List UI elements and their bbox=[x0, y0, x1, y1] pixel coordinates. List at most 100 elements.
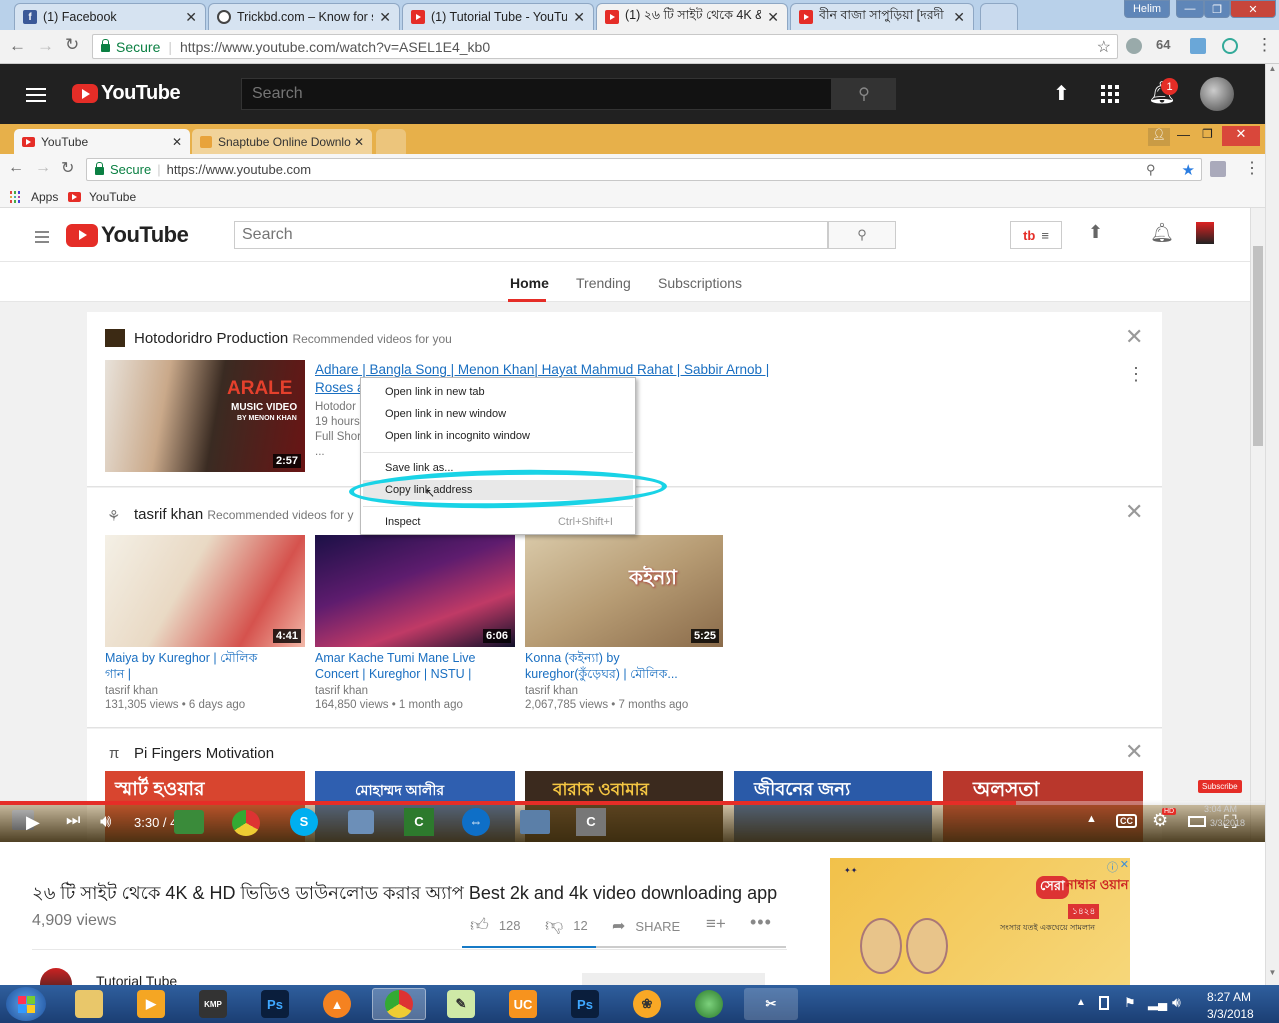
star-filled-icon: ★ bbox=[1181, 161, 1195, 179]
shelf-heading: tasrif khan Recommended videos for y bbox=[134, 506, 353, 523]
taskbar-media-player[interactable]: ▶ bbox=[124, 988, 178, 1020]
logo-text: YouTube bbox=[101, 82, 181, 104]
taskbar-explorer[interactable] bbox=[62, 988, 116, 1020]
tab-been-baja[interactable]: বীন বাজা সাপুড়িয়া [দরদী সন ✕ bbox=[790, 3, 974, 30]
taskbar-kmplayer[interactable]: KMP bbox=[186, 988, 240, 1020]
taskbar-uc-browser[interactable]: UC bbox=[496, 988, 550, 1020]
star-icon[interactable]: ☆ bbox=[1097, 37, 1111, 57]
like-count: 128 bbox=[498, 917, 521, 933]
taskbar-photoshop-2[interactable]: Ps bbox=[558, 988, 612, 1020]
video-thumbnail: 4:41 bbox=[105, 535, 305, 647]
video-meta: tasrif khan 2,067,785 views • 7 months ag… bbox=[525, 685, 689, 711]
ad-info-icon[interactable]: ⓘ bbox=[1107, 859, 1118, 875]
taskbar-notepad[interactable]: ✎ bbox=[434, 988, 488, 1020]
theater-mode-icon[interactable] bbox=[1188, 816, 1206, 827]
duration-badge: 5:25 bbox=[690, 629, 719, 643]
tab-label: (1) ২৬ টি সাইট থেকে 4K & H bbox=[625, 8, 762, 22]
hd-badge: HD bbox=[1162, 808, 1177, 815]
menu-item-open-new-tab: Open link in new tab bbox=[385, 386, 485, 398]
url-text: https://www.youtube.com bbox=[166, 162, 312, 177]
reload-icon[interactable]: ↻ bbox=[65, 35, 79, 55]
new-tab-button[interactable] bbox=[980, 3, 1018, 30]
close-icon[interactable]: ✕ bbox=[185, 9, 197, 26]
next-icon[interactable]: ⏭ bbox=[66, 812, 80, 830]
subscribe-area bbox=[582, 973, 765, 985]
like-button[interactable]: 👍︎ 128 bbox=[470, 914, 521, 936]
share-icon: ➦ bbox=[612, 918, 626, 935]
taskbar-fl-studio[interactable]: ❀ bbox=[620, 988, 674, 1020]
captions-icon[interactable]: CC bbox=[1116, 814, 1137, 828]
close-icon[interactable]: ✕ bbox=[767, 9, 779, 26]
search-input[interactable] bbox=[241, 78, 832, 110]
taskbar-avast[interactable]: ▲ bbox=[310, 988, 364, 1020]
close-icon: ✕ bbox=[353, 134, 364, 149]
close-icon: ✕ bbox=[1125, 499, 1144, 524]
extension-fst-icon[interactable] bbox=[1190, 38, 1206, 54]
taskbar-date[interactable]: 3/3/2018 bbox=[1207, 1007, 1254, 1021]
ad-close-icon[interactable]: ✕ bbox=[1120, 858, 1129, 871]
youtube-icon bbox=[799, 10, 813, 24]
back-icon[interactable]: ← bbox=[9, 36, 26, 56]
taskbar-chrome[interactable] bbox=[372, 988, 426, 1020]
taskbar-photoshop[interactable]: Ps bbox=[248, 988, 302, 1020]
forward-icon[interactable]: → bbox=[37, 36, 54, 56]
play-icon[interactable]: ▶ bbox=[26, 812, 40, 833]
subscribe-watermark[interactable]: Subscribe bbox=[1198, 780, 1242, 793]
taskbar-globe-app[interactable] bbox=[682, 988, 736, 1020]
photoshop-icon: Ps bbox=[261, 990, 289, 1018]
apps-grid-icon[interactable] bbox=[1101, 85, 1119, 103]
tab-current-video[interactable]: (1) ২৬ টি সাইট থেকে 4K & H ✕ bbox=[596, 3, 788, 30]
close-icon: ✕ bbox=[171, 134, 182, 149]
more-actions-icon[interactable]: ••• bbox=[750, 912, 772, 933]
advertisement[interactable]: ⓘ ✕ ✦✦ সেরা নাম্বার ওয়ান ১৪২৪ সংসার যতই… bbox=[830, 858, 1130, 985]
tab-tutorial-tube[interactable]: (1) Tutorial Tube - YouTu ✕ bbox=[402, 3, 594, 30]
channel-name[interactable]: Tutorial Tube bbox=[96, 973, 177, 985]
scroll-down-arrow[interactable]: ▼ bbox=[1267, 968, 1278, 982]
action-center-flag-icon[interactable]: ⚑ bbox=[1124, 995, 1136, 1011]
extension-circle-icon[interactable] bbox=[1222, 38, 1238, 54]
battery-icon[interactable] bbox=[1099, 996, 1109, 1010]
close-icon[interactable]: ✕ bbox=[379, 9, 391, 26]
start-button[interactable] bbox=[6, 987, 46, 1021]
volume-icon[interactable]: 🔊︎ bbox=[1172, 994, 1181, 1011]
menu-separator bbox=[363, 452, 633, 453]
youtube-icon bbox=[22, 136, 35, 147]
inner-scrollbar bbox=[1250, 208, 1265, 842]
page-scrollbar[interactable]: ▲ ▼ bbox=[1265, 64, 1279, 985]
extension-icon[interactable] bbox=[1126, 38, 1142, 54]
inner-home-nav: Home Trending Subscriptions bbox=[0, 262, 1250, 302]
omnibox[interactable]: Secure | https://www.youtube.com/watch?v… bbox=[92, 34, 1118, 59]
channel-avatar[interactable] bbox=[40, 968, 72, 985]
tab-facebook[interactable]: f (1) Facebook ✕ bbox=[14, 3, 206, 30]
avatar[interactable] bbox=[1200, 77, 1234, 111]
extension-64-icon[interactable]: 64 bbox=[1156, 37, 1170, 52]
youtube-logo[interactable]: YouTube bbox=[72, 82, 181, 105]
hamburger-menu-icon[interactable] bbox=[26, 84, 46, 106]
volume-icon[interactable]: 🔊︎ bbox=[100, 811, 111, 832]
chrome-icon bbox=[232, 810, 260, 836]
add-to-playlist-icon[interactable]: ≡+ bbox=[706, 914, 726, 934]
dislike-button[interactable]: 👎︎ 12 bbox=[545, 914, 588, 936]
scroll-up-arrow[interactable]: ▲ bbox=[1267, 64, 1278, 78]
upload-icon[interactable]: ⬆ bbox=[1053, 81, 1070, 106]
close-icon[interactable]: ✕ bbox=[953, 9, 965, 26]
maximize-button[interactable]: ❐ bbox=[1204, 0, 1230, 18]
video-title: Konna (কইন্যা) by kureghor(কুঁড়েঘর) | মৌ… bbox=[525, 651, 678, 681]
close-icon[interactable]: ✕ bbox=[573, 9, 585, 26]
taskbar-snipping-tool[interactable]: ✂ bbox=[744, 988, 798, 1020]
search-button[interactable]: ⚲ bbox=[832, 78, 896, 110]
search-icon: ⚲ bbox=[857, 227, 867, 242]
tray-arrow-icon[interactable]: ▲ bbox=[1076, 997, 1086, 1008]
tab-trickbd[interactable]: Trickbd.com – Know for s ✕ bbox=[208, 3, 400, 30]
menu-kebab-icon[interactable]: ⋮ bbox=[1256, 35, 1273, 55]
channel-name: Pi Fingers Motivation bbox=[134, 745, 275, 762]
profile-button[interactable]: Helim bbox=[1124, 0, 1170, 18]
close-window-button[interactable]: ✕ bbox=[1230, 0, 1276, 18]
fullscreen-icon[interactable]: ⛶ bbox=[1224, 812, 1237, 833]
share-button[interactable]: ➦ SHARE bbox=[612, 916, 680, 936]
ad-text: ১৪২৪ bbox=[1068, 904, 1100, 919]
taskbar-time[interactable]: 8:27 AM bbox=[1207, 990, 1251, 1004]
menu-item-inspect: Inspect bbox=[385, 516, 421, 528]
network-icon[interactable]: ▂▄ bbox=[1148, 995, 1167, 1011]
minimize-button[interactable]: — bbox=[1176, 0, 1204, 18]
